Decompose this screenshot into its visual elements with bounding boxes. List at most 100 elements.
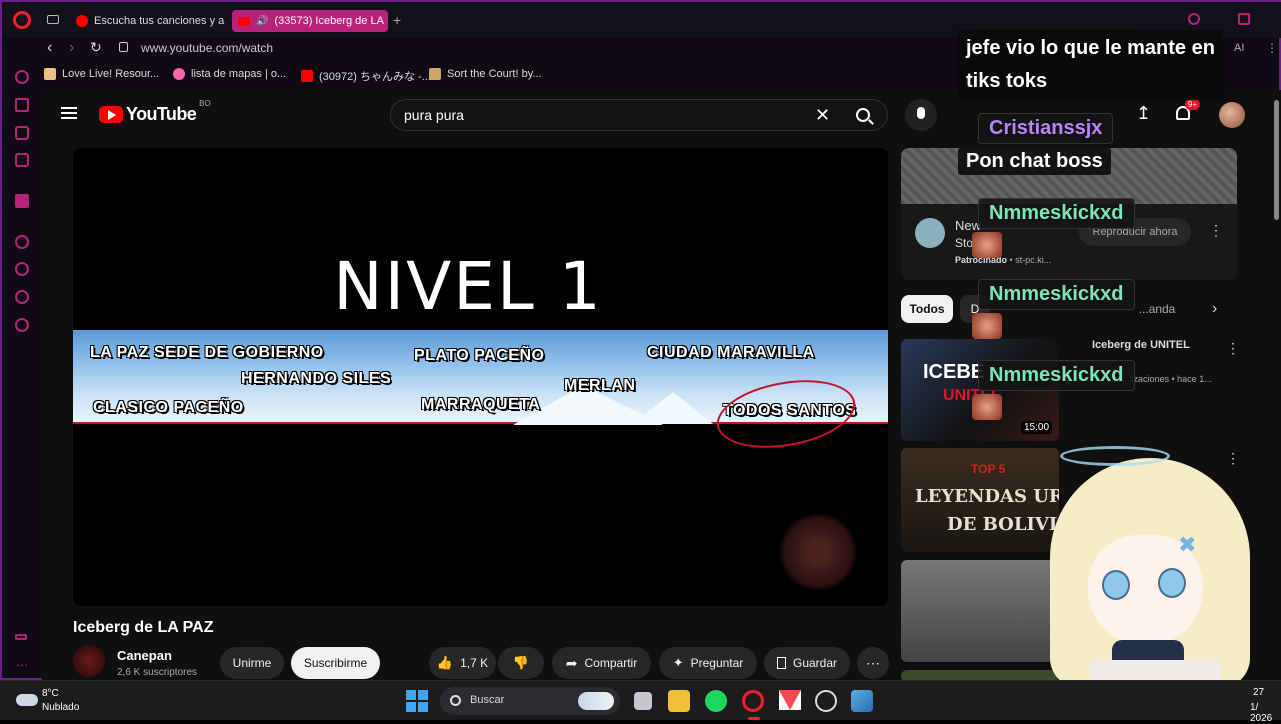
- bookmark-label: Sort the Court! by...: [447, 68, 542, 80]
- youtube-play-icon: [99, 106, 123, 123]
- taskbar-search[interactable]: Buscar: [440, 687, 620, 715]
- country-code: BO: [199, 99, 211, 108]
- video-player[interactable]: NIVEL 1 LA PAZ SEDE DE GOBIERNO PLATO PA…: [73, 148, 888, 606]
- chip-todos[interactable]: Todos: [901, 295, 953, 323]
- avatar-halo: [1060, 446, 1170, 466]
- streamer-watermark: [778, 512, 858, 592]
- valorant-icon[interactable]: [779, 690, 801, 710]
- video-banner: LA PAZ SEDE DE GOBIERNO PLATO PACEÑO CIU…: [73, 330, 888, 458]
- iceberg-label: CIUDAD MARAVILLA: [647, 344, 815, 361]
- sidebar-more-icon[interactable]: ⋯: [16, 658, 28, 672]
- youtube-logo[interactable]: YouTube BO: [99, 99, 211, 125]
- speaker-icon[interactable]: 🔊: [256, 16, 268, 27]
- browser-menu-icon[interactable]: ⋮: [1266, 41, 1278, 55]
- youtube-favicon-icon: [76, 15, 88, 27]
- save-button[interactable]: Guardar: [764, 647, 850, 679]
- microphone-icon: [917, 107, 925, 119]
- taskbar-search-label: Buscar: [470, 694, 505, 706]
- share-label: Compartir: [584, 656, 638, 670]
- messenger-icon[interactable]: [15, 126, 29, 140]
- youtube-favicon-icon: [301, 70, 313, 82]
- osu-favicon-icon: [173, 68, 185, 80]
- like-button[interactable]: 👍 1,7 K: [429, 647, 496, 679]
- channel-avatar[interactable]: [73, 645, 105, 677]
- instagram-icon[interactable]: [15, 153, 29, 167]
- video-title: Iceberg de LA PAZ: [73, 619, 214, 636]
- opera-logo-icon[interactable]: [13, 11, 31, 29]
- bookmark-label: lista de mapas | o...: [191, 68, 287, 80]
- page-scrollbar[interactable]: [1274, 100, 1279, 220]
- bookmark-lista-mapas[interactable]: lista de mapas | o...: [173, 68, 286, 80]
- channel-name[interactable]: Canepan: [117, 648, 172, 663]
- chat-username: Nmmeskickxd: [978, 360, 1135, 391]
- join-label: Unirme: [232, 656, 272, 670]
- bookmark-love-live[interactable]: Love Live! Resour...: [44, 68, 159, 80]
- bookmark-sort-the-court[interactable]: Sort the Court! by...: [429, 68, 542, 80]
- dislike-button[interactable]: 👎: [498, 647, 544, 679]
- reload-icon[interactable]: ↻: [90, 39, 102, 56]
- file-explorer-icon[interactable]: [668, 690, 690, 712]
- tab-youtube-iceberg[interactable]: 🔊 (33573) Iceberg de LA: [232, 10, 388, 32]
- join-button[interactable]: Unirme: [220, 647, 284, 679]
- search-input[interactable]: pura pura ✕: [390, 99, 888, 131]
- osu-icon[interactable]: [815, 690, 837, 712]
- voice-search-button[interactable]: [905, 99, 937, 131]
- itch-favicon-icon: [429, 68, 441, 80]
- chat-message-text: Pon chat boss: [958, 148, 1111, 175]
- subscriber-count: 2,6 K suscriptores: [117, 667, 198, 678]
- tab-spotify-search[interactable]: Escucha tus canciones y a: [70, 10, 226, 32]
- youtube-favicon-icon: [238, 16, 250, 26]
- lock-icon[interactable]: [119, 42, 128, 52]
- weather-widget[interactable]: 8°C Nublado: [14, 687, 124, 715]
- gx-icon[interactable]: [15, 634, 27, 640]
- opera-gx-icon[interactable]: [742, 690, 764, 712]
- rec-thumb-top: TOP 5: [971, 462, 1006, 476]
- history-icon[interactable]: [15, 262, 29, 276]
- avatar-hairclip: ✖: [1178, 532, 1197, 557]
- chat-emote: [972, 394, 1002, 420]
- aria-icon[interactable]: [15, 70, 29, 84]
- clock-time[interactable]: 27: [1253, 687, 1264, 698]
- twitch-icon[interactable]: [15, 194, 29, 208]
- sparkle-icon: ✦: [672, 655, 684, 670]
- tab-label: (33573) Iceberg de LA: [274, 15, 384, 27]
- subscribe-button[interactable]: Suscribirme: [291, 647, 380, 679]
- chat-username: Cristianssjx: [978, 113, 1114, 144]
- chat-message-line: jefe vio lo que le mante en: [966, 37, 1215, 59]
- like-count: 1,7 K: [460, 656, 489, 670]
- clock-date[interactable]: 1/ 2026: [1250, 702, 1281, 724]
- chat-username: Nmmeskickxd: [978, 279, 1135, 310]
- more-horizontal-icon: ⋯: [866, 654, 880, 671]
- search-icon-handle: [868, 119, 874, 125]
- avatar-eye: [1102, 570, 1130, 600]
- chat-emote: [972, 232, 1002, 258]
- iceberg-label: PLATO PACEÑO: [414, 347, 545, 364]
- crypto-wallet-icon[interactable]: [15, 98, 29, 112]
- share-button[interactable]: ➦ Compartir: [552, 647, 651, 679]
- windows-taskbar: 8°C Nublado Buscar 27 1/ 2026: [0, 680, 1281, 724]
- tab-overview-icon[interactable]: [47, 15, 59, 24]
- task-view-icon[interactable]: [634, 692, 652, 710]
- start-button[interactable]: [406, 690, 428, 712]
- search-icon: [450, 695, 461, 706]
- video-level-title: NIVEL 1: [333, 248, 603, 325]
- ask-button[interactable]: ✦ Preguntar: [659, 647, 757, 679]
- new-tab-button[interactable]: +: [393, 12, 401, 28]
- snapshot-icon[interactable]: [1238, 13, 1250, 25]
- clear-search-icon[interactable]: ✕: [815, 100, 830, 130]
- back-icon[interactable]: ‹: [47, 39, 52, 57]
- bookmark-chanmina[interactable]: (30972) ちゃんみな -...: [301, 68, 431, 84]
- settings-icon[interactable]: [15, 318, 29, 332]
- player-icon[interactable]: [15, 235, 29, 249]
- avatar-eye: [1158, 568, 1186, 598]
- spotify-icon[interactable]: [705, 690, 727, 712]
- bookmark-icon: [776, 657, 786, 669]
- extensions-icon[interactable]: [15, 290, 29, 304]
- love-live-favicon-icon: [44, 68, 56, 80]
- forward-icon[interactable]: ›: [69, 39, 74, 57]
- guide-menu-icon[interactable]: [61, 107, 77, 119]
- more-actions-button[interactable]: ⋯: [857, 647, 889, 679]
- url-field[interactable]: www.youtube.com/watch: [141, 41, 273, 55]
- photos-icon[interactable]: [851, 690, 873, 712]
- chip-label: Todos: [909, 302, 945, 316]
